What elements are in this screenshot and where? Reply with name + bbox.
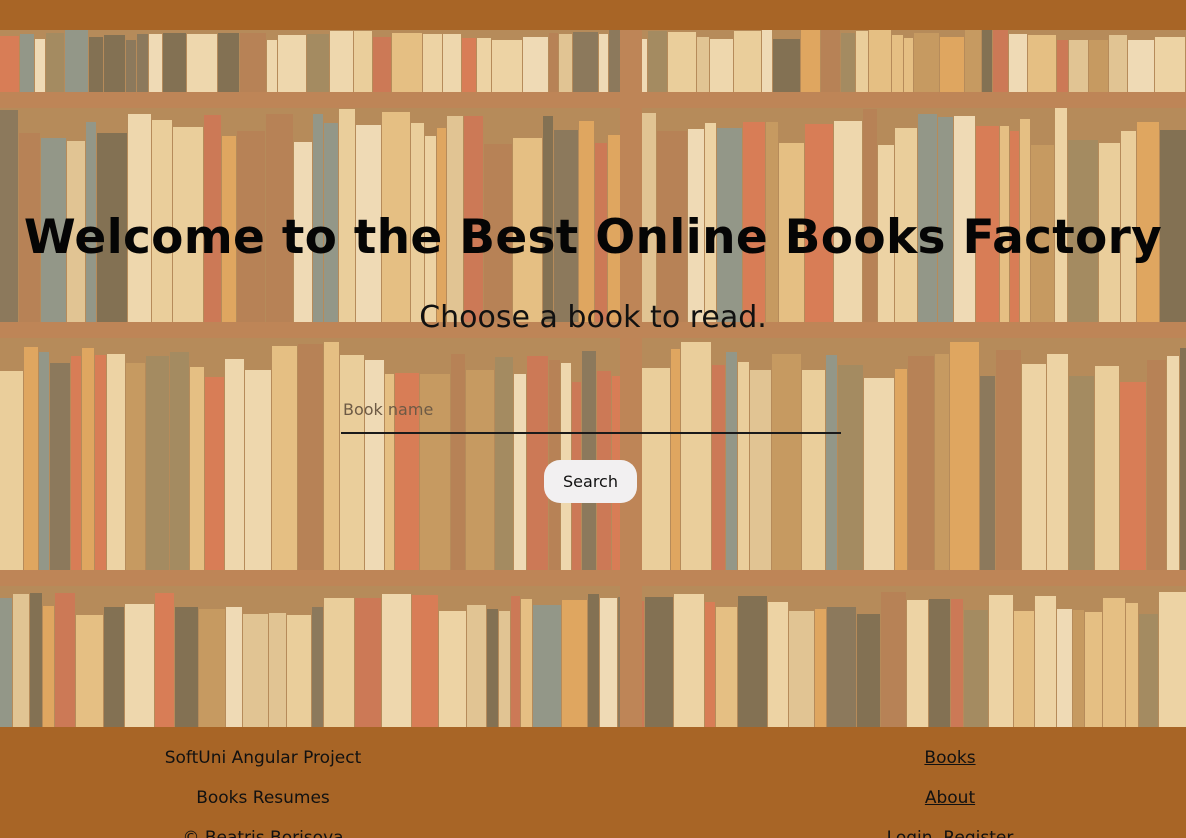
search-button[interactable]: Search xyxy=(544,460,637,503)
footer-project-text: SoftUni Angular Project xyxy=(164,748,362,768)
hero-title: Welcome to the Best Online Books Factory xyxy=(23,210,1163,265)
hero-overlay xyxy=(0,30,1186,727)
hero-subtitle: Choose a book to read. xyxy=(419,300,767,335)
footer: SoftUni Angular Project Books Resumes © … xyxy=(0,727,1186,838)
top-bar xyxy=(0,0,1186,30)
footer-link-login[interactable]: Login xyxy=(887,828,933,838)
book-name-input[interactable] xyxy=(341,386,841,434)
footer-copyright-text: © Beatris Borisova xyxy=(182,828,344,838)
footer-info: SoftUni Angular Project Books Resumes © … xyxy=(113,745,413,838)
footer-link-register[interactable]: Register xyxy=(943,828,1013,838)
footer-nav: Books About Login, Register xyxy=(800,745,1100,838)
footer-resumes-text: Books Resumes xyxy=(196,788,330,808)
footer-link-about[interactable]: About xyxy=(925,788,975,808)
footer-nav-separator: , xyxy=(932,828,944,838)
hero-section: Welcome to the Best Online Books Factory… xyxy=(0,30,1186,727)
footer-link-books[interactable]: Books xyxy=(924,748,975,768)
